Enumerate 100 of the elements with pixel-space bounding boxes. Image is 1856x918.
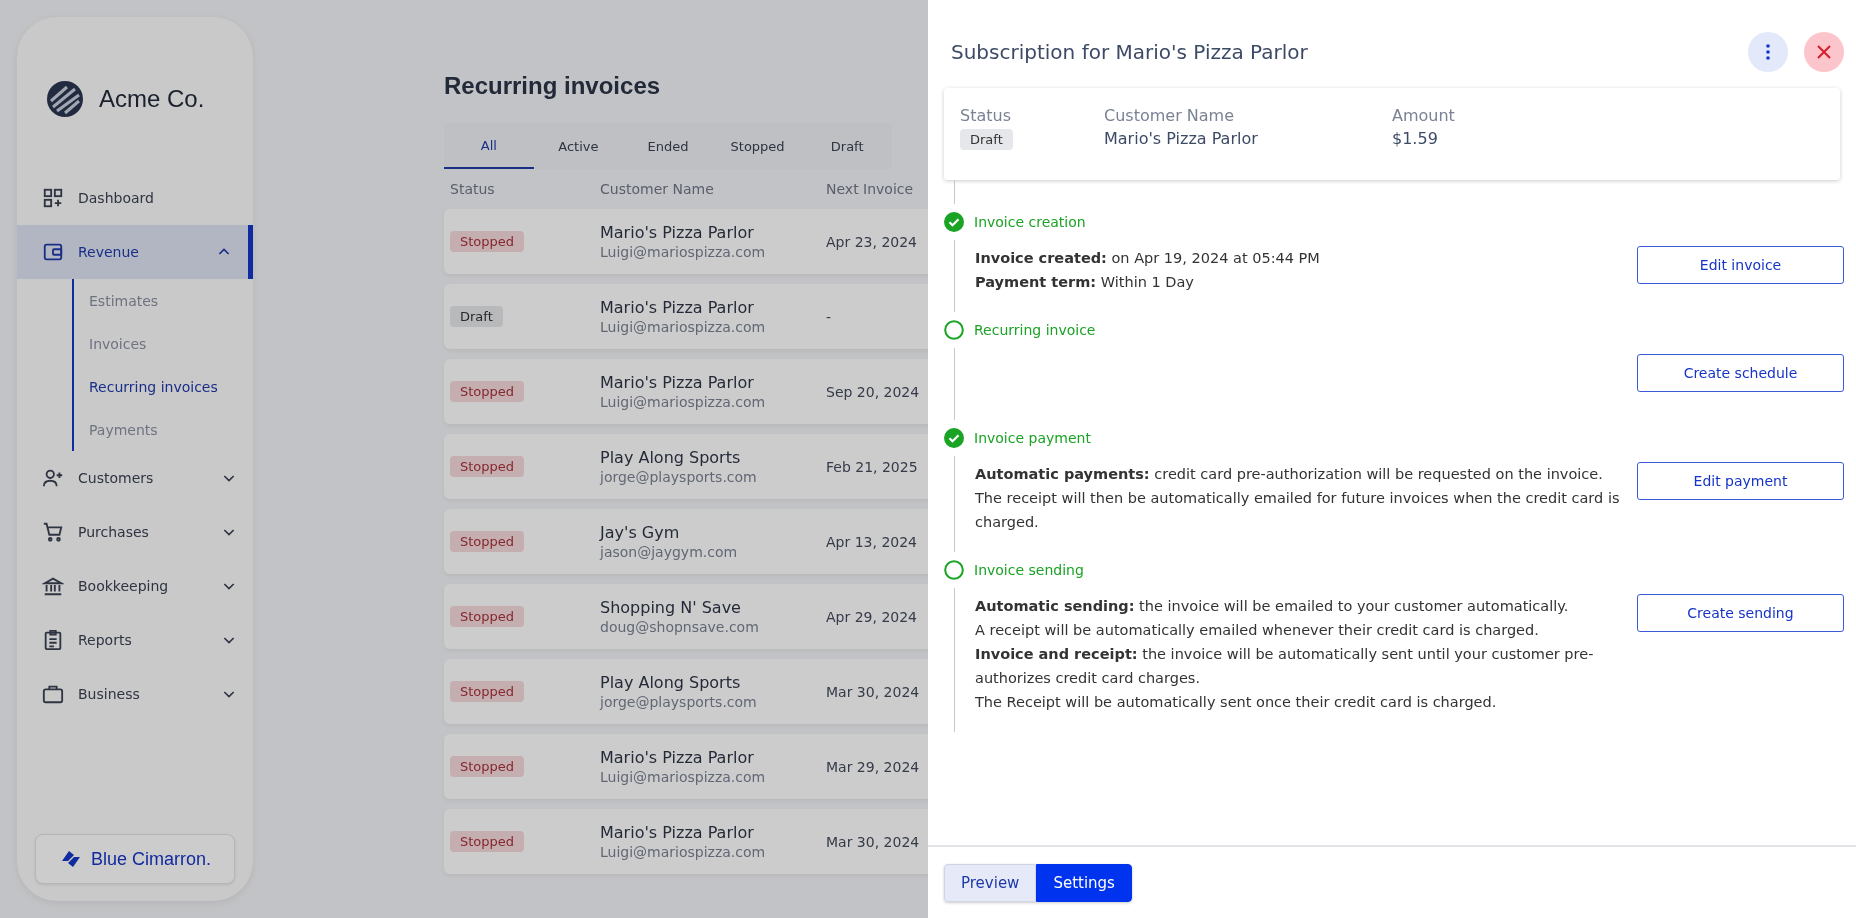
nav-icon [42,575,64,597]
customer-email: Luigi@mariospizza.com [600,319,767,335]
customer-name: Shopping N' Save [600,598,742,617]
partner-badge[interactable]: Blue Cimarron. [35,834,235,884]
next-invoice-date: Apr 29, 2024 [826,609,917,625]
step-title: Invoice payment [974,430,1091,446]
customer-name: Mario's Pizza Parlor [600,298,755,317]
column-header: Customer Name [600,181,715,197]
invoice-row[interactable]: Stopped Shopping N' Save doug@shopnsave.com Apr 29, 2024 [444,584,928,649]
nav-icon [42,241,64,263]
filter-tab[interactable]: Draft [802,123,892,169]
invoice-row[interactable]: Stopped Mario's Pizza Parlor Luigi@mariospizza.com Mar 29, 2024 [444,734,928,799]
brand-name: Acme Co. [99,85,205,113]
step-action-button[interactable]: Create schedule [1637,354,1844,392]
customer-name: Mario's Pizza Parlor [600,373,755,392]
status-label: Stopped [450,456,525,477]
customer-email: doug@shopnsave.com [600,619,760,635]
invoice-row[interactable]: Stopped Jay's Gym jason@jaygym.com Apr 13, 2024 [444,509,928,574]
customer-name: Play Along Sports [600,448,742,467]
nav-icon [42,521,64,543]
step-description: The Receipt will be automatically sent once their credit card is charged. [975,693,1498,712]
nav-item[interactable]: Business [17,667,253,721]
nav-item[interactable]: Revenue [17,225,253,279]
summary-label: Amount [1392,106,1455,125]
step-description: Payment term: Within 1 Day [975,273,1195,292]
nav-icon [42,683,64,705]
close-icon [1816,44,1832,60]
customer-email: jorge@playsports.com [600,694,758,710]
status-label: Stopped [450,831,525,852]
step-action-button[interactable]: Edit payment [1637,462,1844,500]
filter-tab[interactable]: Stopped [712,123,803,169]
step-description: A receipt will be automatically emailed whenever their credit card is charged. [975,621,1540,640]
status-label: Stopped [450,381,525,402]
column-header: Next Invoice [826,181,915,197]
status-label: Stopped [450,606,525,627]
customer-name: Jay's Gym [600,523,681,542]
status-label: Stopped [450,756,525,777]
invoice-row[interactable]: Draft Mario's Pizza Parlor Luigi@mariospizza.com - [444,284,928,349]
filter-tab[interactable]: Active [533,123,624,169]
page-title: Recurring invoices [444,72,662,100]
step-action-button[interactable]: Edit invoice [1637,246,1844,284]
step-title: Recurring invoice [974,322,1096,338]
filter-tab[interactable]: Ended [623,123,713,169]
customer-email: jason@jaygym.com [600,544,739,560]
more-icon [1766,44,1770,60]
next-invoice-date: Mar 30, 2024 [826,834,920,850]
nav-icon [42,629,64,651]
next-invoice-date: Mar 29, 2024 [826,759,920,775]
step-title: Invoice sending [974,562,1084,578]
customer-email: jorge@playsports.com [600,469,758,485]
status-label: Stopped [450,681,525,702]
invoice-row[interactable]: Stopped Mario's Pizza Parlor Luigi@mariospizza.com Mar 30, 2024 [444,809,928,874]
customer-name: Play Along Sports [600,673,742,692]
next-invoice-date: Apr 23, 2024 [826,234,917,250]
more-options-button[interactable] [1748,32,1788,72]
invoice-row[interactable]: Stopped Mario's Pizza Parlor Luigi@mariospizza.com Sep 20, 2024 [444,359,928,424]
summary-value: Mario's Pizza Parlor [1104,129,1258,148]
step-description: Automatic sending: the invoice will be emailed to your customer automatically. [975,597,1570,616]
view-toggle-button[interactable]: Preview [944,863,1037,902]
status-label: Draft [450,306,503,327]
nav-icon [42,187,64,209]
nav-subitem[interactable]: Recurring invoices [74,365,253,408]
panel-title: Subscription for Mario's Pizza Parlor [951,40,1309,64]
next-invoice-date: Feb 21, 2025 [826,459,918,475]
nav-item[interactable]: Reports [17,613,253,667]
customer-email: Luigi@mariospizza.com [600,244,767,260]
nav-item[interactable]: Customers [17,451,253,505]
next-invoice-date: Sep 20, 2024 [826,384,920,400]
logo-icon [45,79,85,119]
next-invoice-date: - [826,309,832,325]
invoice-row[interactable]: Stopped Play Along Sports jorge@playsports.com Feb 21, 2025 [444,434,928,499]
customer-email: Luigi@mariospizza.com [600,769,767,785]
view-toggle-button[interactable]: Settings [1036,863,1132,902]
nav-item[interactable]: Bookkeeping [17,559,253,613]
step-action-button[interactable]: Create sending [1637,594,1844,632]
close-button[interactable] [1804,32,1844,72]
customer-name: Mario's Pizza Parlor [600,223,755,242]
nav-item[interactable]: Purchases [17,505,253,559]
column-header: Status [450,181,496,197]
nav-item[interactable]: Dashboard [17,171,253,225]
next-invoice-date: Apr 13, 2024 [826,534,917,550]
invoice-row[interactable]: Stopped Play Along Sports jorge@playsports.com Mar 30, 2024 [444,659,928,724]
filter-tab[interactable]: All [444,123,534,169]
step-description: Invoice and receipt: the invoice will be automatically sent until your customer pre-authorizes credit card charges. [975,645,1595,688]
summary-label: Status [960,106,1011,125]
step-description: Automatic payments: credit card pre-authorization will be requested on the invoice. The receipt will then be automatically emailed for future invoices when the credit card is charged. [975,465,1621,532]
summary-label: Customer Name [1104,106,1234,125]
step-description: Invoice created: on Apr 19, 2024 at 05:44 PM [975,249,1321,268]
customer-name: Mario's Pizza Parlor [600,823,755,842]
customer-email: Luigi@mariospizza.com [600,844,767,860]
status-label: Stopped [450,231,525,252]
invoice-row[interactable]: Stopped Mario's Pizza Parlor Luigi@mariospizza.com Apr 23, 2024 [444,209,928,274]
next-invoice-date: Mar 30, 2024 [826,684,920,700]
step-title: Invoice creation [974,214,1086,230]
status-label: Draft [960,129,1013,150]
customer-name: Mario's Pizza Parlor [600,748,755,767]
summary-value: $1.59 [1392,129,1438,148]
nav-icon [42,467,64,489]
customer-email: Luigi@mariospizza.com [600,394,767,410]
status-label: Stopped [450,531,525,552]
